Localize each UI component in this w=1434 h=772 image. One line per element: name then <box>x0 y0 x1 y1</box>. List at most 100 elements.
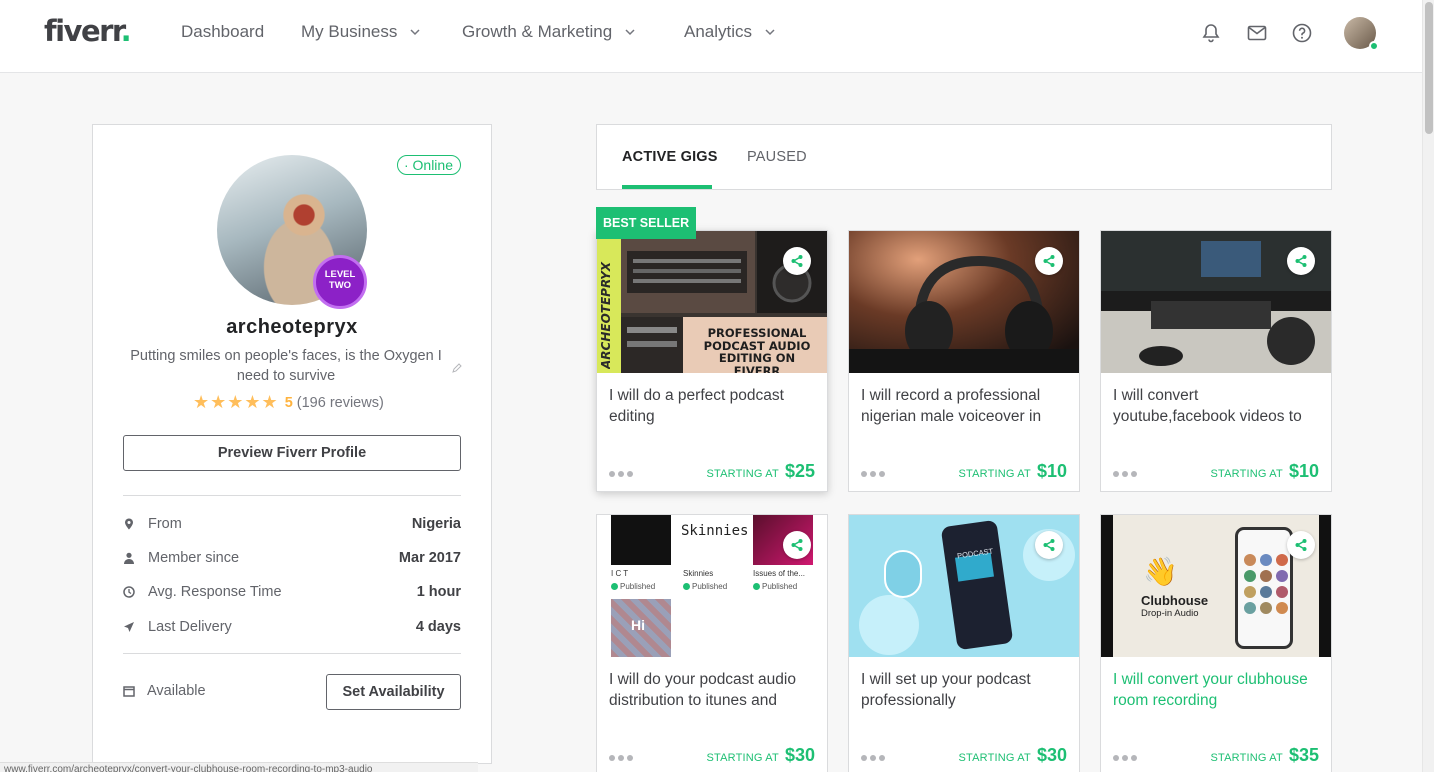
distribution-tile-1 <box>611 515 671 565</box>
active-tab-indicator <box>622 185 712 189</box>
share-icon <box>1043 255 1055 267</box>
stat-value: 4 days <box>415 619 461 635</box>
tab-active-gigs[interactable]: ACTIVE GIGS <box>622 149 718 165</box>
more-options-icon[interactable] <box>1113 755 1137 761</box>
published-status: Published <box>611 582 655 591</box>
price-label: STARTING AT <box>706 752 779 764</box>
more-options-icon[interactable] <box>609 471 633 477</box>
best-seller-badge: BEST SELLER <box>596 207 697 239</box>
nav-analytics[interactable]: Analytics <box>684 22 776 42</box>
stat-label: Last Delivery <box>148 619 232 635</box>
share-button[interactable] <box>1035 247 1063 275</box>
published-status: Published <box>683 582 727 591</box>
thumb-side-text: ARCHEOTEPRYX <box>599 261 613 369</box>
stat-value: 1 hour <box>416 584 461 600</box>
gig-title[interactable]: I will record a professional nigerian ma… <box>861 385 1069 427</box>
stat-from: From Nigeria <box>123 516 461 532</box>
gig-thumbnail[interactable]: PODCAST <box>849 515 1079 657</box>
nav-dashboard[interactable]: Dashboard <box>181 22 264 42</box>
share-icon <box>1043 539 1055 551</box>
level-two-badge: LEVEL TWO <box>313 255 367 309</box>
share-button[interactable] <box>783 531 811 559</box>
share-icon <box>1295 539 1307 551</box>
availability-status: Available <box>123 683 206 699</box>
stat-value: Mar 2017 <box>398 550 461 566</box>
user-avatar[interactable] <box>1344 17 1379 51</box>
messages-envelope-icon[interactable] <box>1246 22 1268 44</box>
nav-my-business-label: My Business <box>301 22 398 41</box>
share-button[interactable] <box>1035 531 1063 559</box>
gig-card[interactable]: ARCHEOTEPRYX PROFESSIONAL PODCAST AUDIO … <box>596 230 828 492</box>
gig-price: STARTING AT $35 <box>1210 745 1319 766</box>
gig-title[interactable]: I will do a perfect podcast editing <box>609 385 817 427</box>
gig-thumbnail[interactable]: 👋 Clubhouse Drop-in Audio <box>1101 515 1331 657</box>
gig-card[interactable]: Skinnies I C T Skinnies Issues of the...… <box>596 514 828 772</box>
more-options-icon[interactable] <box>609 755 633 761</box>
rating-stars-icon: ★★★★★ <box>193 392 279 412</box>
published-label: Published <box>620 582 656 591</box>
nav-my-business[interactable]: My Business <box>301 22 421 42</box>
gig-price: STARTING AT $30 <box>958 745 1067 766</box>
gig-thumbnail[interactable] <box>849 231 1079 373</box>
tab-paused[interactable]: PAUSED <box>747 149 807 165</box>
profile-username: archeotepryx <box>226 316 358 338</box>
level-badge-line2: TWO <box>328 280 352 291</box>
hi-tile: Hi <box>611 599 671 657</box>
published-status: Published <box>753 582 797 591</box>
share-button[interactable] <box>1287 247 1315 275</box>
gig-card[interactable]: 👋 Clubhouse Drop-in Audio I will convert… <box>1100 514 1332 772</box>
stat-label: Avg. Response Time <box>148 584 282 600</box>
gig-thumbnail[interactable] <box>1101 231 1331 373</box>
more-options-icon[interactable] <box>861 471 885 477</box>
thumb-caption: PROFESSIONAL PODCAST AUDIO EDITING ON FI… <box>703 326 811 373</box>
gig-title[interactable]: I will do your podcast audio distributio… <box>609 669 817 711</box>
chevron-down-icon <box>410 29 420 36</box>
share-button[interactable] <box>783 247 811 275</box>
set-availability-button[interactable]: Set Availability <box>326 674 461 710</box>
price-label: STARTING AT <box>1210 752 1283 764</box>
stat-label: Member since <box>148 550 240 566</box>
user-icon <box>124 552 134 564</box>
more-options-icon[interactable] <box>861 755 885 761</box>
review-count[interactable]: (196 reviews) <box>297 395 384 411</box>
price-amount: $30 <box>1036 745 1067 765</box>
rating-score: 5 <box>284 394 293 411</box>
online-status-badge: · Online <box>396 155 461 175</box>
gig-title[interactable]: I will convert youtube,facebook videos t… <box>1113 385 1321 427</box>
gig-thumbnail[interactable]: ARCHEOTEPRYX PROFESSIONAL PODCAST AUDIO … <box>597 231 827 373</box>
top-header: fiverr. Dashboard My Business Growth & M… <box>0 0 1422 73</box>
status-bar-url: www.fiverr.com/archeotepryx/convert-your… <box>0 762 478 772</box>
more-options-icon[interactable] <box>1113 471 1137 477</box>
gig-card[interactable]: I will convert youtube,facebook videos t… <box>1100 230 1332 492</box>
chevron-down-icon <box>625 29 635 36</box>
nav-growth-marketing[interactable]: Growth & Marketing <box>462 22 636 42</box>
thumb-item-name: I C T <box>611 569 629 578</box>
stat-label: From <box>148 516 182 532</box>
page-scrollbar[interactable] <box>1422 0 1434 772</box>
online-dot <box>1369 41 1379 51</box>
waving-hand-icon: 👋 <box>1143 556 1178 587</box>
gig-card[interactable]: I will record a professional nigerian ma… <box>848 230 1080 492</box>
nav-dashboard-label: Dashboard <box>181 22 265 41</box>
fiverr-logo[interactable]: fiverr. <box>44 14 132 48</box>
gig-title[interactable]: I will set up your podcast professionall… <box>861 669 1069 711</box>
stat-last-delivery: Last Delivery 4 days <box>123 619 461 635</box>
price-amount: $30 <box>784 745 815 765</box>
help-question-icon[interactable] <box>1291 22 1313 44</box>
gig-thumbnail[interactable]: Skinnies I C T Skinnies Issues of the...… <box>597 515 827 657</box>
calendar-icon <box>123 686 135 697</box>
share-button[interactable] <box>1287 531 1315 559</box>
notification-bell-icon[interactable] <box>1200 22 1222 44</box>
scrollbar-thumb[interactable] <box>1425 2 1433 134</box>
preview-profile-button[interactable]: Preview Fiverr Profile <box>123 435 461 471</box>
thumb-sub: Drop-in Audio <box>1141 608 1199 619</box>
price-amount: $10 <box>1036 461 1067 481</box>
price-label: STARTING AT <box>706 468 779 480</box>
level-badge-line1: LEVEL <box>324 269 356 280</box>
price-amount: $35 <box>1288 745 1319 765</box>
edit-pencil-icon[interactable] <box>451 362 463 374</box>
divider <box>123 495 461 496</box>
gig-card[interactable]: PODCAST I will set up your podcast profe… <box>848 514 1080 772</box>
thumb-item-name: Issues of the... <box>753 569 806 578</box>
gig-title[interactable]: I will convert your clubhouse room recor… <box>1113 669 1321 711</box>
